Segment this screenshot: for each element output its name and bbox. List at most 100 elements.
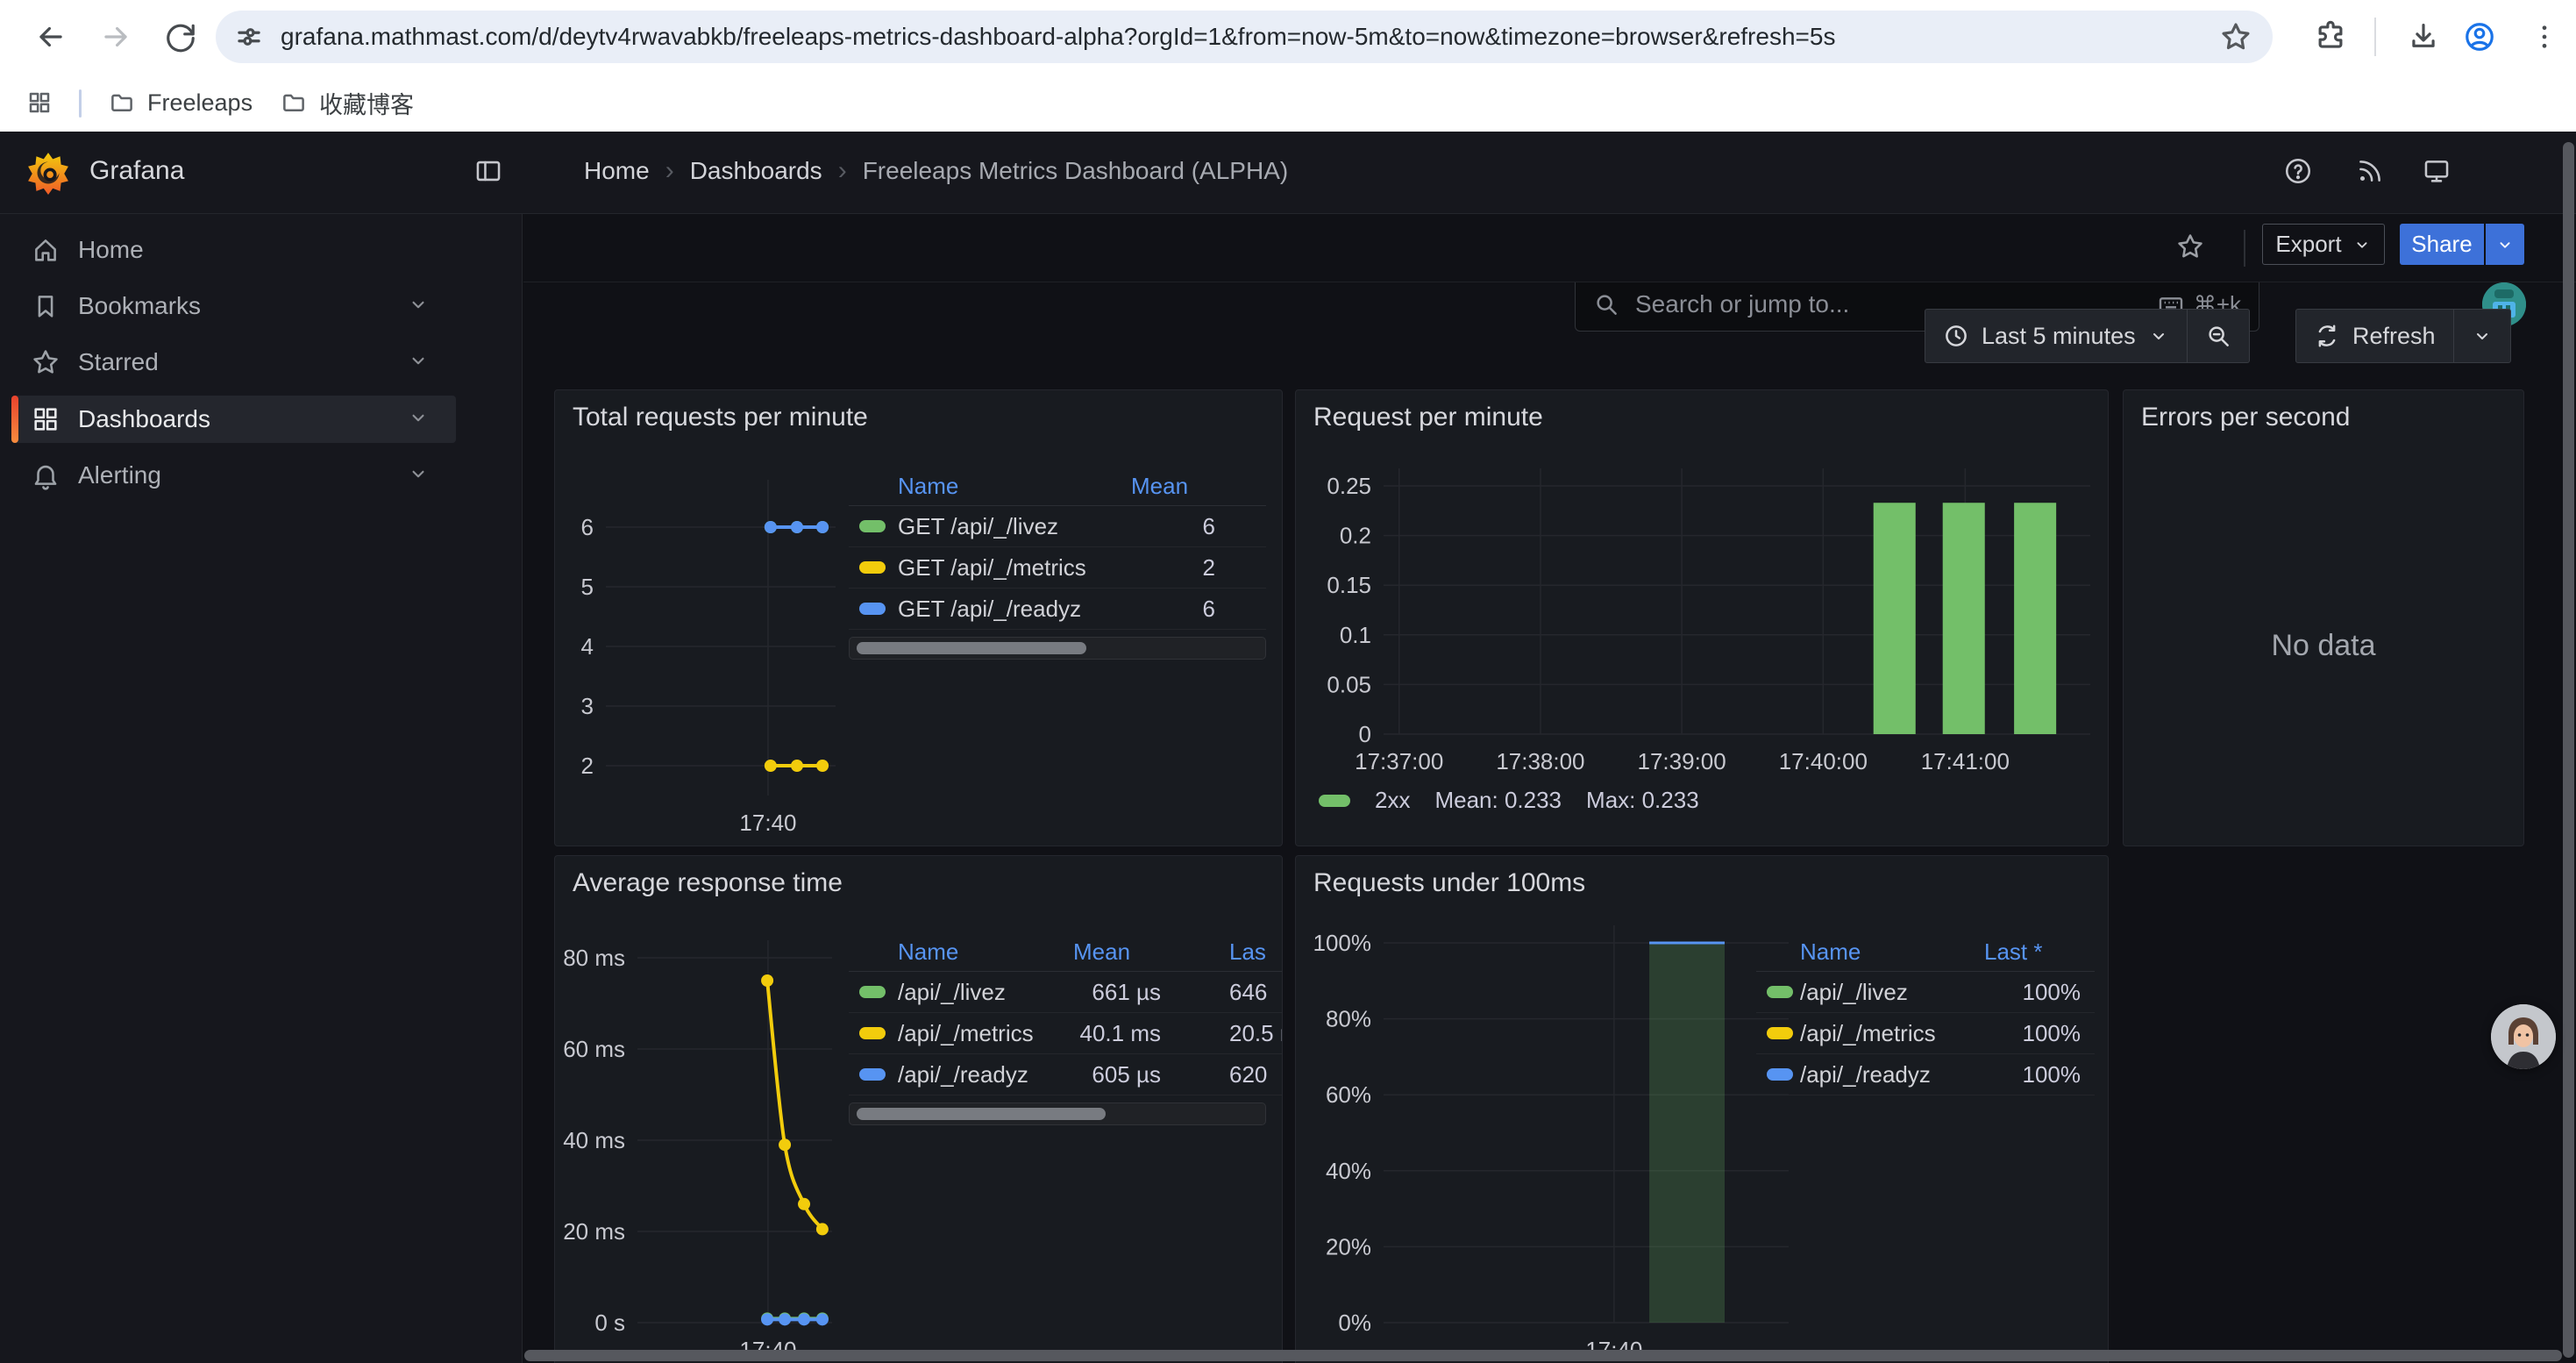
site-info-icon[interactable] xyxy=(230,18,268,56)
series-name[interactable]: /api/_/metrics xyxy=(898,1020,1073,1047)
sidebar-item-home[interactable]: Home xyxy=(11,226,456,274)
assistant-avatar-button[interactable] xyxy=(2491,1004,2556,1069)
chevron-down-icon[interactable] xyxy=(407,349,430,376)
series-name[interactable]: GET /api/_/readyz xyxy=(898,596,1131,623)
legend-row[interactable]: /api/_/livez 100% xyxy=(1756,972,2095,1013)
series-color-pill xyxy=(859,1068,886,1081)
sidebar-item-dashboards[interactable]: Dashboards xyxy=(11,396,456,443)
url-bar[interactable]: grafana.mathmast.com/d/deytv4rwavabkb/fr… xyxy=(216,11,2273,63)
monitor-icon[interactable] xyxy=(2422,156,2451,186)
breadcrumb-current: Freeleaps Metrics Dashboard (ALPHA) xyxy=(863,157,1289,185)
legend-header-mean[interactable]: Mean xyxy=(1073,938,1161,966)
legend-row[interactable]: GET /api/_/metrics 2 xyxy=(849,547,1266,589)
legend-scrollbar[interactable] xyxy=(849,637,1266,660)
dashboard-subheader: Export Share xyxy=(523,214,2576,282)
series-name[interactable]: GET /api/_/metrics xyxy=(898,554,1131,582)
reload-icon[interactable] xyxy=(161,18,200,56)
bookmark-star-icon[interactable] xyxy=(2217,18,2255,56)
legend-row[interactable]: /api/_/livez 661 µs 646 xyxy=(849,972,1283,1013)
url-text[interactable]: grafana.mathmast.com/d/deytv4rwavabkb/fr… xyxy=(281,11,1835,63)
panel-title[interactable]: Average response time xyxy=(573,868,843,898)
horizontal-scrollbar[interactable] xyxy=(524,1350,2562,1361)
sidebar-item-alerting[interactable]: Alerting xyxy=(11,452,456,499)
legend-header-last[interactable]: Last * xyxy=(1984,938,2081,966)
back-icon[interactable] xyxy=(32,18,70,56)
vertical-scrollbar[interactable] xyxy=(2563,142,2574,1358)
legend-header-name[interactable]: Name xyxy=(1800,938,1984,966)
legend-header-last[interactable]: Las xyxy=(1161,938,1283,966)
svg-text:100%: 100% xyxy=(1313,930,1372,956)
series-color-pill xyxy=(859,986,886,998)
series-name[interactable]: /api/_/readyz xyxy=(898,1061,1073,1088)
legend-row[interactable]: /api/_/readyz 605 µs 620 xyxy=(849,1054,1283,1095)
series-name[interactable]: /api/_/readyz xyxy=(1800,1061,1984,1088)
timeseries-chart[interactable]: 6543217:40 xyxy=(560,445,858,844)
series-name[interactable]: /api/_/metrics xyxy=(1800,1020,1984,1047)
legend-header-name[interactable]: Name xyxy=(898,938,1073,966)
legend-header-row: Name Last * xyxy=(1756,933,2095,972)
legend-row[interactable]: GET /api/_/readyz 6 xyxy=(849,589,1266,630)
breadcrumb-home[interactable]: Home xyxy=(584,157,650,185)
legend-table: Name Mean Las /api/_/livez 661 µs 646 /a… xyxy=(849,933,1283,1095)
bell-icon xyxy=(31,460,60,490)
brand-name[interactable]: Grafana xyxy=(89,156,184,186)
refresh-button[interactable]: Refresh xyxy=(2296,310,2453,362)
zoom-out-button[interactable] xyxy=(2187,310,2249,362)
timeseries-chart[interactable]: 80 ms60 ms40 ms20 ms0 s17:40 xyxy=(560,917,858,1363)
breadcrumb-dashboards[interactable]: Dashboards xyxy=(690,157,822,185)
refresh-interval-button[interactable] xyxy=(2453,310,2510,362)
series-name[interactable]: 2xx xyxy=(1375,787,1410,814)
legend-row[interactable]: /api/_/readyz 100% xyxy=(1756,1054,2095,1095)
chevron-down-icon[interactable] xyxy=(407,293,430,320)
profile-icon[interactable] xyxy=(2460,18,2499,56)
export-button[interactable]: Export xyxy=(2262,224,2385,265)
legend-row[interactable]: /api/_/metrics 100% xyxy=(1756,1013,2095,1054)
bookmark-icon xyxy=(31,291,60,321)
browser-menu-icon[interactable] xyxy=(2525,18,2564,56)
help-icon[interactable] xyxy=(2283,156,2313,186)
download-icon[interactable] xyxy=(2404,18,2443,56)
svg-text:40%: 40% xyxy=(1326,1158,1371,1184)
sidebar-item-starred[interactable]: Starred xyxy=(11,339,456,386)
share-button[interactable]: Share xyxy=(2400,224,2484,265)
svg-text:2: 2 xyxy=(581,753,594,779)
chevron-down-icon[interactable] xyxy=(407,406,430,433)
sidebar-toggle-icon[interactable] xyxy=(473,156,503,186)
apps-grid-icon[interactable] xyxy=(26,84,53,121)
svg-text:0.05: 0.05 xyxy=(1327,671,1371,697)
star-icon xyxy=(31,347,60,377)
series-mean: 40.1 ms xyxy=(1073,1020,1161,1047)
extensions-icon[interactable] xyxy=(2311,18,2350,56)
news-rss-icon[interactable] xyxy=(2355,156,2385,186)
share-menu-button[interactable] xyxy=(2486,224,2524,265)
panel-title[interactable]: Errors per second xyxy=(2141,403,2350,432)
time-range-picker[interactable]: Last 5 minutes xyxy=(1925,310,2187,362)
legend-table: Name Mean GET /api/_/livez 6 GET /api/_/… xyxy=(849,467,1266,630)
series-name[interactable]: /api/_/livez xyxy=(898,979,1073,1006)
sidebar-item-bookmarks[interactable]: Bookmarks xyxy=(11,282,456,330)
area-chart[interactable]: 100%80%60%40%20%0%17:40 xyxy=(1301,912,1801,1363)
chevron-down-icon xyxy=(2472,325,2493,346)
series-last: 20.5 m xyxy=(1161,1020,1283,1047)
panel-title[interactable]: Request per minute xyxy=(1313,403,1543,432)
forward-icon[interactable] xyxy=(96,18,135,56)
series-name[interactable]: GET /api/_/livez xyxy=(898,513,1131,540)
panel-title[interactable]: Requests under 100ms xyxy=(1313,868,1585,898)
legend-row[interactable]: GET /api/_/livez 6 xyxy=(849,506,1266,547)
legend-header-mean[interactable]: Mean xyxy=(1131,473,1215,500)
refresh-icon xyxy=(2314,323,2340,349)
legend-inline[interactable]: 2xx Mean: 0.233 Max: 0.233 xyxy=(1319,787,1699,814)
bookmark-folder-freeleaps[interactable]: Freeleaps xyxy=(109,84,253,121)
legend-row[interactable]: /api/_/metrics 40.1 ms 20.5 m xyxy=(849,1013,1283,1054)
chevron-down-icon[interactable] xyxy=(407,462,430,489)
svg-text:80 ms: 80 ms xyxy=(563,945,625,971)
bookmark-folder-blogs[interactable]: 收藏博客 xyxy=(281,84,414,121)
svg-text:40 ms: 40 ms xyxy=(563,1127,625,1153)
series-name[interactable]: /api/_/livez xyxy=(1800,979,1984,1006)
panel-title[interactable]: Total requests per minute xyxy=(573,403,868,432)
bar-chart[interactable]: 0.250.20.150.10.05017:37:0017:38:0017:39… xyxy=(1301,443,2104,824)
legend-header-name[interactable]: Name xyxy=(898,473,1131,500)
svg-text:20 ms: 20 ms xyxy=(563,1218,625,1245)
legend-scrollbar[interactable] xyxy=(849,1103,1266,1125)
favorite-star-icon[interactable] xyxy=(2175,232,2205,261)
